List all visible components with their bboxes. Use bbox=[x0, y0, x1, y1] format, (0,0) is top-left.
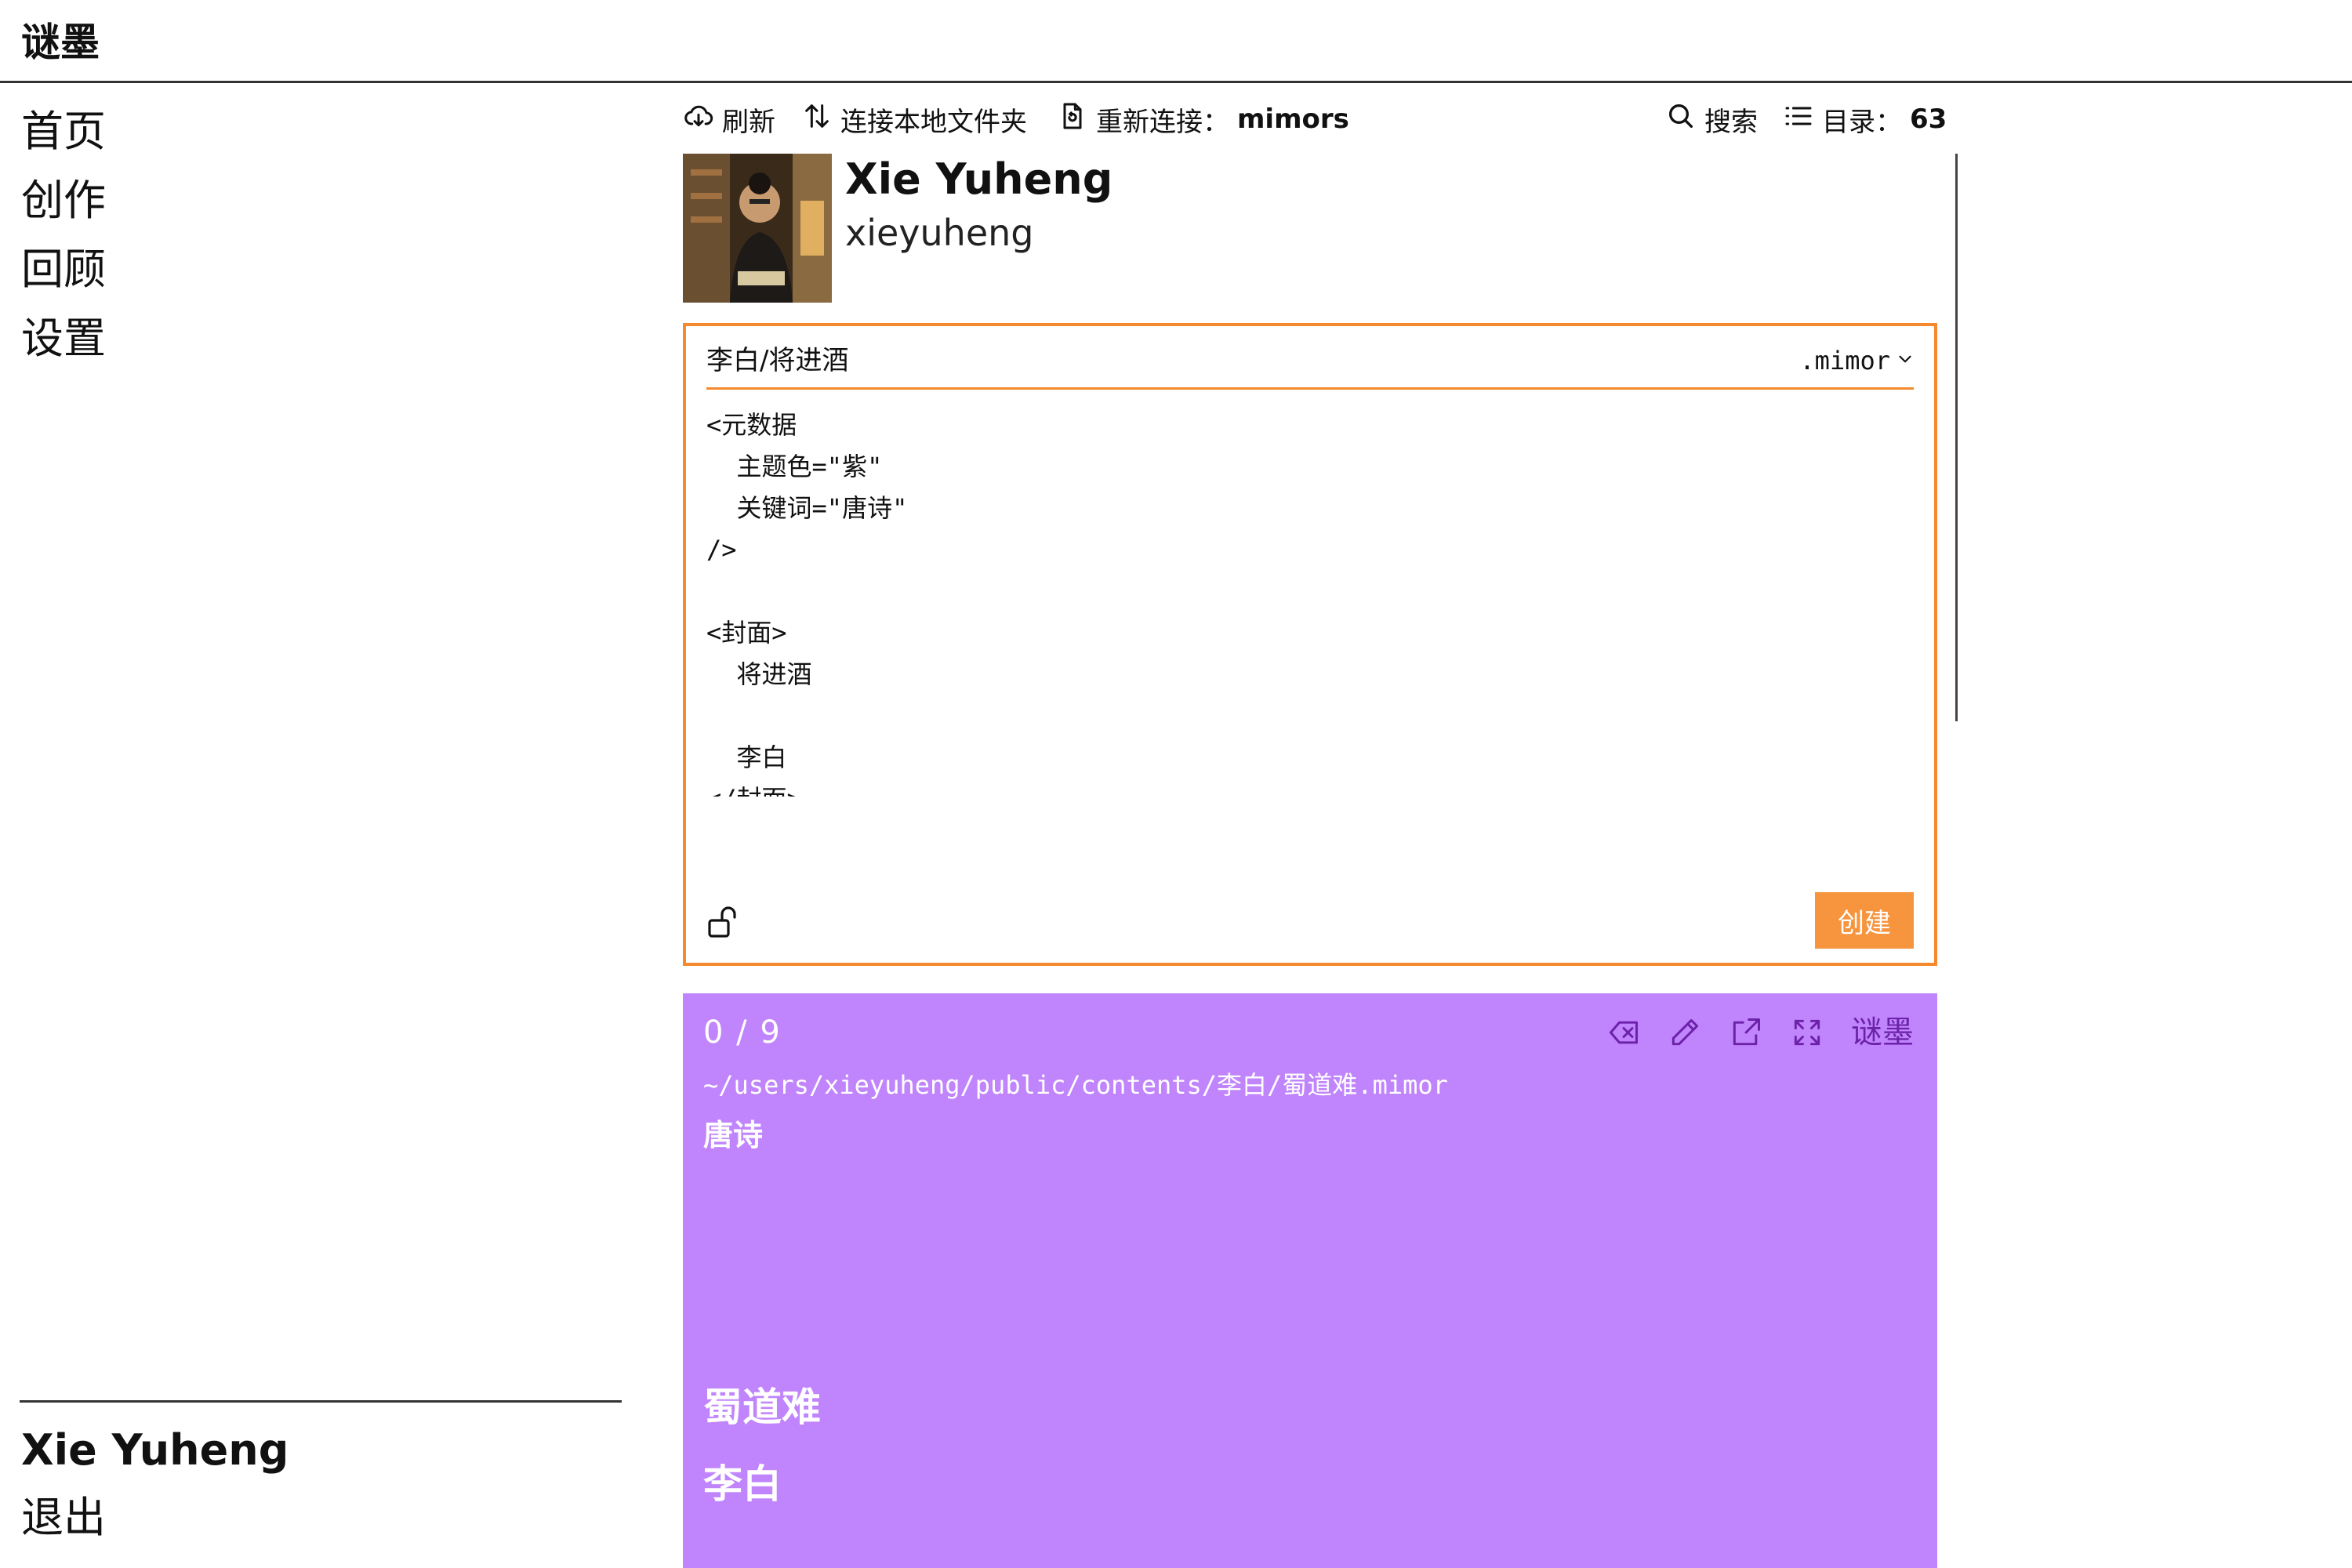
app-title[interactable]: 谜墨 bbox=[21, 11, 100, 74]
card-progress-counter: 0 / 9 bbox=[703, 1014, 782, 1051]
sidebar-item-review[interactable]: 回顾 bbox=[21, 235, 106, 304]
code-editor[interactable] bbox=[706, 405, 1914, 797]
sidebar-divider bbox=[20, 1400, 622, 1403]
cloud-download-icon bbox=[683, 100, 714, 139]
extension-select[interactable]: .mimor bbox=[1799, 340, 1915, 381]
card-keyword: 唐诗 bbox=[703, 1118, 764, 1152]
lock-toggle-button[interactable] bbox=[705, 903, 742, 941]
logout-button[interactable]: 退出 bbox=[21, 1486, 106, 1549]
avatar bbox=[683, 154, 832, 303]
search-button[interactable]: 搜索 bbox=[1665, 97, 1758, 141]
sidebar-nav: 首页 创作 回顾 设置 bbox=[21, 97, 106, 373]
sidebar-item-create[interactable]: 创作 bbox=[21, 166, 106, 235]
reconnect-label: 重新连接： bbox=[1096, 106, 1229, 138]
connect-folder-button[interactable]: 连接本地文件夹 bbox=[801, 97, 1027, 141]
backspace-icon bbox=[1606, 1021, 1641, 1053]
edit-card-button[interactable] bbox=[1668, 1015, 1702, 1050]
arrows-up-down-icon bbox=[801, 100, 833, 139]
profile-name[interactable]: Xie Yuheng bbox=[845, 151, 1112, 209]
refresh-button[interactable]: 刷新 bbox=[683, 97, 775, 141]
external-link-icon bbox=[1729, 1018, 1763, 1053]
sidebar-item-home[interactable]: 首页 bbox=[21, 97, 106, 166]
pencil-icon bbox=[1668, 1018, 1702, 1053]
file-refresh-icon bbox=[1057, 100, 1088, 139]
editor-file-path[interactable]: 李白/将进酒 bbox=[706, 339, 848, 383]
toc-button[interactable]: 目录： 63 bbox=[1783, 97, 1947, 141]
open-external-button[interactable] bbox=[1729, 1015, 1763, 1050]
search-icon bbox=[1665, 100, 1697, 139]
refresh-label: 刷新 bbox=[722, 106, 775, 138]
toc-label: 目录： bbox=[1822, 106, 1902, 138]
editor-divider bbox=[706, 387, 1914, 390]
list-icon bbox=[1783, 100, 1814, 139]
mimor-card: 0 / 9 谜墨 ~/users/xieyuheng/public/conten… bbox=[683, 993, 1937, 1568]
card-brand-link[interactable]: 谜墨 bbox=[1851, 1009, 1914, 1056]
fullscreen-button[interactable] bbox=[1790, 1015, 1824, 1050]
card-cover-title: 蜀道难 bbox=[703, 1385, 821, 1430]
sidebar-item-settings[interactable]: 设置 bbox=[21, 304, 106, 373]
app-header: 谜墨 bbox=[0, 0, 2352, 83]
create-button[interactable]: 创建 bbox=[1815, 892, 1914, 949]
search-label: 搜索 bbox=[1704, 106, 1758, 138]
card-file-path: ~/users/xieyuheng/public/contents/李白/蜀道难… bbox=[703, 1070, 1448, 1100]
delete-card-button[interactable] bbox=[1606, 1015, 1641, 1050]
unlock-icon bbox=[705, 906, 742, 944]
scrollbar[interactable] bbox=[1955, 154, 1958, 721]
sidebar-user-name[interactable]: Xie Yuheng bbox=[21, 1419, 289, 1482]
fullscreen-icon bbox=[1790, 1019, 1824, 1053]
chevron-down-icon bbox=[1895, 346, 1915, 376]
connect-folder-label: 连接本地文件夹 bbox=[840, 106, 1027, 138]
reconnect-target: mimors bbox=[1237, 103, 1349, 135]
editor-card: 李白/将进酒 .mimor 创建 bbox=[683, 323, 1937, 966]
card-cover-author: 李白 bbox=[703, 1461, 782, 1507]
toc-count: 63 bbox=[1910, 103, 1947, 135]
reconnect-button[interactable]: 重新连接： mimors bbox=[1057, 97, 1349, 141]
profile-handle: xieyuheng bbox=[845, 212, 1034, 254]
extension-value: .mimor bbox=[1799, 346, 1890, 376]
card-actions: 谜墨 bbox=[1606, 1009, 1914, 1056]
